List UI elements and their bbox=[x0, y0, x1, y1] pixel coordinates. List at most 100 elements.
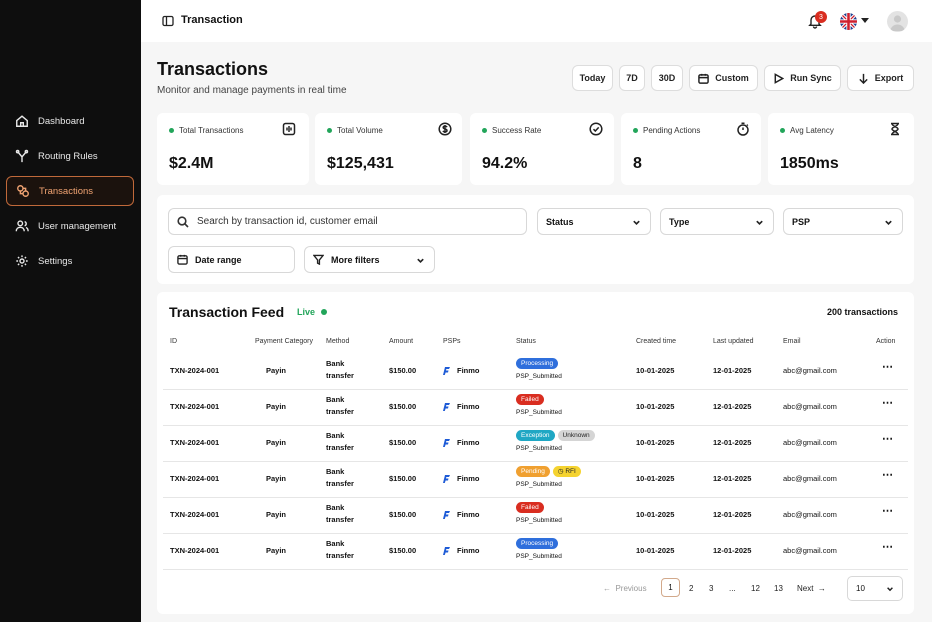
psp-cell: Finmo bbox=[443, 546, 480, 556]
search-box[interactable] bbox=[168, 208, 527, 235]
method: Bank bbox=[326, 539, 345, 548]
status-select[interactable]: Status bbox=[537, 208, 651, 235]
sidebar-item-dashboard[interactable]: Dashboard bbox=[6, 106, 134, 136]
chevron-down-icon bbox=[884, 218, 893, 227]
more-filters-label: More filters bbox=[331, 254, 380, 265]
30d-label: 30D bbox=[658, 73, 676, 83]
page-button-3[interactable]: 3 bbox=[709, 584, 713, 593]
status-badge: Failed bbox=[516, 502, 544, 513]
psp-select[interactable]: PSP bbox=[783, 208, 903, 235]
today-label: Today bbox=[579, 73, 606, 83]
stat-value: 94.2% bbox=[482, 155, 528, 172]
routing-icon bbox=[15, 149, 29, 163]
status-cell: Exception Unknown bbox=[516, 430, 598, 441]
7d-button[interactable]: 7D bbox=[619, 65, 645, 91]
transaction-count: 200 transactions bbox=[826, 307, 898, 317]
stat-card-total-volume: Total Volume $125,431 bbox=[315, 113, 462, 185]
sidebar-toggle-icon[interactable] bbox=[162, 14, 174, 27]
column-header-created: Created time bbox=[636, 338, 677, 345]
sidebar-item-routing-rules[interactable]: Routing Rules bbox=[6, 141, 134, 171]
psp-select-label: PSP bbox=[792, 216, 811, 227]
chevron-down-icon[interactable] bbox=[861, 18, 869, 23]
sidebar-item-settings[interactable]: Settings bbox=[6, 246, 134, 276]
stat-value: $2.4M bbox=[169, 155, 214, 172]
sidebar-item-label: Transactions bbox=[39, 185, 94, 197]
table-row[interactable]: TXN-2024-001 Payin Bank transfer $150.00 Finm… bbox=[163, 462, 908, 498]
row-actions-menu-icon[interactable]: ⋯ bbox=[882, 396, 894, 409]
email: abc@gmail.com bbox=[783, 546, 837, 555]
amount: $150.00 bbox=[389, 402, 417, 411]
column-header-psps: PSPs bbox=[443, 338, 461, 345]
table-row[interactable]: TXN-2024-001 Payin Bank transfer $150.00 Finm… bbox=[163, 390, 908, 426]
psp-name: Finmo bbox=[457, 402, 480, 411]
status-cell: Pending ◷ RFI bbox=[516, 466, 584, 477]
row-actions-menu-icon[interactable]: ⋯ bbox=[882, 540, 894, 553]
sidebar-item-user-management[interactable]: User management bbox=[6, 211, 134, 241]
more-filters-select[interactable]: More filters bbox=[304, 246, 435, 273]
method: transfer bbox=[326, 407, 354, 416]
email: abc@gmail.com bbox=[783, 366, 837, 375]
row-actions-menu-icon[interactable]: ⋯ bbox=[882, 468, 894, 481]
status-cell: Failed bbox=[516, 394, 547, 405]
next-page-button[interactable]: Next → bbox=[797, 584, 826, 593]
sidebar-item-label: Routing Rules bbox=[38, 150, 98, 162]
rows-per-page-value: 10 bbox=[856, 584, 865, 593]
hourglass-icon bbox=[888, 122, 902, 136]
finmo-logo-icon bbox=[443, 403, 450, 412]
row-actions-menu-icon[interactable]: ⋯ bbox=[882, 504, 894, 517]
sidebar-item-transactions[interactable]: Transactions bbox=[6, 176, 134, 206]
table-row[interactable]: TXN-2024-001 Payin Bank transfer $150.00 Finm… bbox=[163, 498, 908, 534]
avatar[interactable] bbox=[887, 11, 908, 32]
page-button-13[interactable]: 13 bbox=[774, 584, 783, 593]
filter-icon bbox=[312, 254, 325, 266]
stat-card-pending-actions: Pending Actions 8 bbox=[621, 113, 761, 185]
method: Bank bbox=[326, 359, 345, 368]
status-badge: Exception bbox=[516, 430, 555, 441]
column-header-category: Payment Category bbox=[255, 338, 313, 345]
rows-per-page-select[interactable]: 10 bbox=[847, 576, 903, 601]
export-button[interactable]: Export bbox=[847, 65, 914, 91]
status-substate: PSP_Submitted bbox=[516, 481, 562, 488]
arrow-down-icon bbox=[859, 73, 868, 84]
table-row[interactable]: TXN-2024-001 Payin Bank transfer $150.00 Finm… bbox=[163, 426, 908, 462]
page-subtitle: Monitor and manage payments in real time bbox=[157, 85, 347, 96]
row-actions-menu-icon[interactable]: ⋯ bbox=[882, 432, 894, 445]
stat-label: Total Transactions bbox=[179, 126, 244, 135]
custom-button[interactable]: Custom bbox=[689, 65, 758, 91]
email: abc@gmail.com bbox=[783, 510, 837, 519]
type-select[interactable]: Type bbox=[660, 208, 774, 235]
page-button-2[interactable]: 2 bbox=[689, 584, 693, 593]
transaction-id: TXN-2024-001 bbox=[170, 402, 220, 411]
previous-page-button[interactable]: ← Previous bbox=[603, 584, 647, 593]
last-updated: 12-01-2025 bbox=[713, 366, 752, 375]
stat-value: 1850ms bbox=[780, 155, 839, 172]
run-sync-button[interactable]: Run Sync bbox=[764, 65, 841, 91]
30d-button[interactable]: 30D bbox=[651, 65, 683, 91]
today-button[interactable]: Today bbox=[572, 65, 613, 91]
export-label: Export bbox=[874, 73, 904, 83]
page-button-1[interactable]: 1 bbox=[661, 578, 680, 597]
search-input[interactable] bbox=[197, 216, 517, 227]
table-row[interactable]: TXN-2024-001 Payin Bank transfer $150.00 Finm… bbox=[163, 534, 908, 570]
column-header-status: Status bbox=[516, 338, 536, 345]
feed-title: Transaction Feed bbox=[169, 304, 285, 320]
created-time: 10-01-2025 bbox=[636, 402, 675, 411]
page-button-12[interactable]: 12 bbox=[751, 584, 760, 593]
arrow-right-icon: → bbox=[817, 584, 826, 593]
calendar-icon bbox=[177, 254, 188, 265]
notification-badge: 3 bbox=[815, 11, 827, 23]
status-badge: Pending bbox=[516, 466, 550, 477]
status-cell: Processing bbox=[516, 538, 561, 549]
uk-flag-icon[interactable] bbox=[840, 13, 857, 30]
finmo-logo-icon bbox=[443, 511, 450, 520]
row-actions-menu-icon[interactable]: ⋯ bbox=[882, 360, 894, 373]
date-range-button[interactable]: Date range bbox=[168, 246, 295, 273]
search-icon bbox=[177, 215, 189, 228]
sidebar-item-label: Settings bbox=[38, 255, 73, 267]
created-time: 10-01-2025 bbox=[636, 366, 675, 375]
table-row[interactable]: TXN-2024-001 Payin Bank transfer $150.00 Finm… bbox=[163, 354, 908, 390]
method: Bank bbox=[326, 467, 345, 476]
run-sync-label: Run Sync bbox=[790, 73, 832, 83]
method: transfer bbox=[326, 371, 354, 380]
transaction-feed: Transaction Feed Live 200 transactions I… bbox=[157, 292, 914, 614]
